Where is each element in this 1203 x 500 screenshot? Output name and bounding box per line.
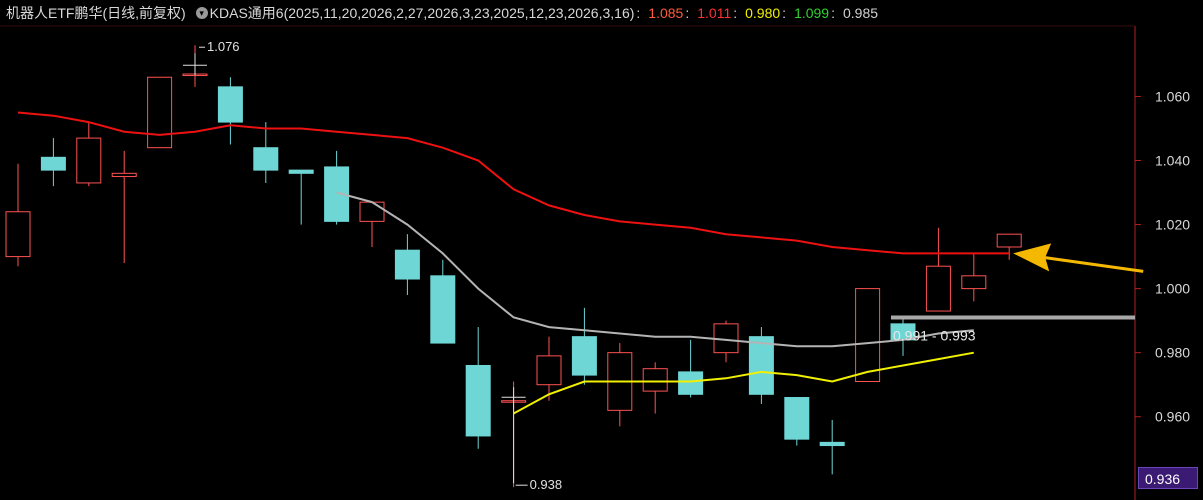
candle-body-down[interactable] <box>253 147 279 171</box>
candle-body-down[interactable] <box>40 156 66 171</box>
candle-body-up[interactable] <box>147 76 173 149</box>
range-label: 0.991 - 0.993 <box>893 327 976 343</box>
candle-body-down[interactable] <box>430 275 456 344</box>
candle-body-down[interactable] <box>394 249 420 280</box>
candle-body-down[interactable] <box>288 169 314 174</box>
candle-body-down[interactable] <box>819 441 845 447</box>
y-tick-label: 0.960 <box>1155 409 1190 425</box>
candle-body-up[interactable] <box>925 265 951 312</box>
candle-body-down[interactable] <box>678 371 704 395</box>
candlestick-chart[interactable]: 1.060 1.040 1.020 1.000 0.980 0.960 1.076 0.938… <box>0 0 1203 500</box>
indicator-line-1 <box>17 111 1010 255</box>
y-tick-label: 1.060 <box>1155 88 1190 104</box>
candle-body-up[interactable] <box>76 137 102 184</box>
candle-body-down[interactable] <box>748 336 774 395</box>
y-tick-label: 0.980 <box>1155 345 1190 361</box>
candle-body-up[interactable] <box>996 233 1022 248</box>
candle-body-down[interactable] <box>571 336 597 376</box>
y-tick-label: 1.000 <box>1155 281 1190 297</box>
candle-body-up[interactable] <box>359 201 385 222</box>
candle-body-down[interactable] <box>465 364 491 437</box>
candle-body-up[interactable] <box>536 355 562 386</box>
y-tick-label: 1.020 <box>1155 217 1190 233</box>
candle-body-up[interactable] <box>5 211 31 258</box>
low-price-label: 0.938 <box>530 477 563 492</box>
candle-body-down[interactable] <box>217 86 243 123</box>
candle-body-up[interactable] <box>111 172 137 178</box>
y-tick-label: 1.040 <box>1155 153 1190 169</box>
candle-body-up[interactable] <box>961 275 987 290</box>
candle-body-up[interactable] <box>855 288 881 382</box>
high-price-label: 1.076 <box>207 39 240 54</box>
candle-body-down[interactable] <box>784 397 810 440</box>
arrow-shaft <box>1042 255 1144 273</box>
candle-body-up[interactable] <box>642 368 668 392</box>
current-price-label: 0.936 <box>1138 467 1198 489</box>
